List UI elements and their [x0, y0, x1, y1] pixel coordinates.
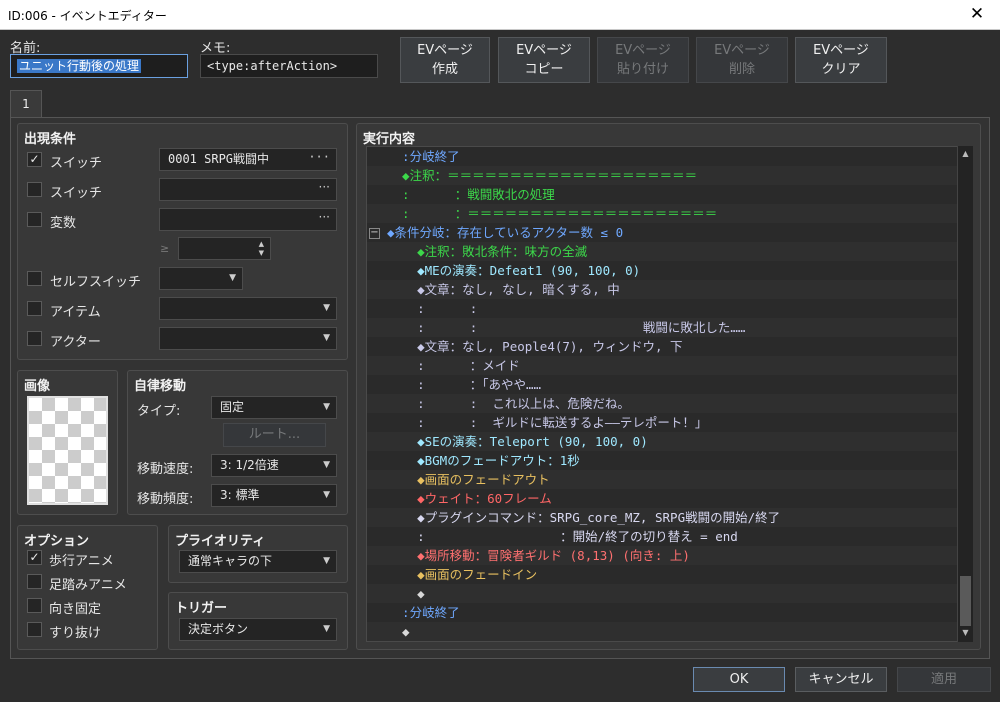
through-label: すり抜け [49, 626, 102, 641]
self-switch-select[interactable]: ▼ [159, 267, 243, 290]
name-input[interactable]: ユニット行動後の処理 [10, 54, 188, 78]
freq-select[interactable]: 3: 標準 ▼ [211, 484, 337, 507]
command-line[interactable]: ◆ [367, 584, 971, 603]
switch1-select[interactable]: 0001 SRPG戦闘中 ··· [159, 148, 337, 171]
collapse-icon[interactable]: − [369, 228, 380, 239]
command-line[interactable]: ◆文章：なし, なし, 暗くする, 中 [367, 280, 971, 299]
scroll-down-icon[interactable]: ▼ [959, 627, 972, 639]
step-anim-label: 足踏みアニメ [49, 578, 127, 593]
item-checkbox[interactable] [27, 301, 42, 316]
actor-checkbox[interactable] [27, 331, 42, 346]
command-line[interactable]: ◆ウェイト：60フレーム [367, 489, 971, 508]
close-icon[interactable]: ✕ [954, 0, 1000, 30]
command-line[interactable]: ◆プラグインコマンド：SRPG_core_MZ, SRPG戦闘の開始/終了 [367, 508, 971, 527]
variable-select[interactable]: ··· [159, 208, 337, 231]
ok-button[interactable]: OK [693, 667, 785, 692]
scroll-up-icon[interactable]: ▲ [959, 148, 972, 160]
chevron-down-icon: ▼ [323, 556, 330, 566]
tab-page-1[interactable]: 1 [10, 90, 42, 118]
window-title: ID:006 - イベントエディター [8, 9, 167, 23]
command-line[interactable]: : ：メイド [367, 356, 971, 375]
command-line[interactable]: : : ギルドに転送するよ——テレポート！」 [367, 413, 971, 432]
trigger-select[interactable]: 決定ボタン ▼ [179, 618, 337, 641]
command-line[interactable]: ◆画面のフェードアウト [367, 470, 971, 489]
apply-button[interactable]: 適用 [897, 667, 991, 692]
speed-select[interactable]: 3: 1/2倍速 ▼ [211, 454, 337, 477]
walk-anim-label: 歩行アニメ [49, 554, 114, 569]
command-line[interactable]: ◆文章：なし, People4(7), ウィンドウ, 下 [367, 337, 971, 356]
step-anim-checkbox[interactable] [27, 574, 42, 589]
chevron-down-icon: ▼ [323, 402, 330, 412]
command-line[interactable]: : ：「あやや…… [367, 375, 971, 394]
conditions-title: 出現条件 [24, 132, 77, 147]
contents-title: 実行内容 [363, 132, 416, 147]
direction-fix-label: 向き固定 [49, 602, 102, 617]
actor-select[interactable]: ▼ [159, 327, 337, 350]
command-line[interactable]: ◆場所移動：冒険者ギルド (8,13) (向き: 上) [367, 546, 971, 565]
command-list-scrollbar[interactable]: ▲ ▼ [957, 146, 973, 642]
actor-label: アクター [50, 335, 101, 350]
freq-label: 移動頻度: [137, 492, 194, 507]
item-select[interactable]: ▼ [159, 297, 337, 320]
variable-label: 変数 [50, 216, 77, 231]
through-checkbox[interactable] [27, 622, 42, 637]
command-line[interactable]: : : [367, 299, 971, 318]
command-line[interactable]: :分岐終了 [367, 147, 971, 166]
ev-page-copy-button[interactable]: EVページ コピー [498, 37, 590, 83]
ev-page-delete-button[interactable]: EVページ 削除 [696, 37, 788, 83]
ev-page-create-button[interactable]: EVページ 作成 [400, 37, 490, 83]
switch2-label: スイッチ [50, 186, 103, 201]
ev-page-paste-button[interactable]: EVページ 貼り付け [597, 37, 689, 83]
ge-symbol: ≥ [160, 242, 170, 255]
self-switch-label: セルフスイッチ [50, 275, 142, 290]
command-line[interactable]: ◆SEの演奏：Teleport (90, 100, 0) [367, 432, 971, 451]
image-title: 画像 [24, 379, 51, 394]
trigger-title: トリガー [175, 601, 228, 616]
switch2-checkbox[interactable] [27, 182, 42, 197]
cancel-button[interactable]: キャンセル [795, 667, 887, 692]
direction-fix-checkbox[interactable] [27, 598, 42, 613]
title-bar: ID:006 - イベントエディター ✕ [0, 0, 1000, 30]
autonomous-title: 自律移動 [134, 379, 187, 394]
options-title: オプション [24, 534, 90, 549]
switch1-checkbox[interactable]: ✓ [27, 152, 42, 167]
speed-label: 移動速度: [137, 462, 194, 477]
command-line[interactable]: :分岐終了 [367, 603, 971, 622]
switch1-label: スイッチ [50, 156, 103, 171]
command-line[interactable]: : ：戦闘敗北の処理 [367, 185, 971, 204]
priority-select[interactable]: 通常キャラの下 ▼ [179, 550, 337, 573]
switch2-select[interactable]: ··· [159, 178, 337, 201]
command-line[interactable]: ◆注釈：＝＝＝＝＝＝＝＝＝＝＝＝＝＝＝＝＝＝＝＝ [367, 166, 971, 185]
command-line[interactable]: ◆条件分岐：存在しているアクター数 ≤ 0 [367, 223, 971, 242]
chevron-down-icon: ▼ [323, 460, 330, 470]
item-label: アイテム [50, 305, 101, 320]
variable-value-stepper[interactable]: ▲ ▼ [178, 237, 271, 260]
ev-page-clear-button[interactable]: EVページ クリア [795, 37, 887, 83]
variable-checkbox[interactable] [27, 212, 42, 227]
command-line[interactable]: : ：＝＝＝＝＝＝＝＝＝＝＝＝＝＝＝＝＝＝＝＝ [367, 204, 971, 223]
command-line[interactable]: ◆BGMのフェードアウト：1秒 [367, 451, 971, 470]
chevron-down-icon: ▼ [229, 273, 236, 283]
command-line[interactable]: ◆MEの演奏：Defeat1 (90, 100, 0) [367, 261, 971, 280]
command-line[interactable]: ◆画面のフェードイン [367, 565, 971, 584]
command-line[interactable]: : : 戦闘に敗北した…… [367, 318, 971, 337]
command-line[interactable]: ◆ [367, 622, 971, 641]
route-button[interactable]: ルート... [223, 423, 326, 447]
type-select[interactable]: 固定 ▼ [211, 396, 337, 419]
command-line[interactable]: ◆注釈：敗北条件：味方の全滅 [367, 242, 971, 261]
command-line[interactable]: : ：開始/終了の切り替え = end [367, 527, 971, 546]
walk-anim-checkbox[interactable]: ✓ [27, 550, 42, 565]
priority-title: プライオリティ [175, 534, 266, 549]
type-label: タイプ: [137, 404, 181, 419]
chevron-down-icon: ▼ [323, 490, 330, 500]
command-line[interactable]: : : これ以上は、危険だね。 [367, 394, 971, 413]
scroll-thumb[interactable] [960, 576, 971, 626]
memo-input[interactable]: <type:afterAction> [200, 54, 378, 78]
chevron-down-icon: ▼ [323, 303, 330, 313]
chevron-down-icon: ▼ [323, 624, 330, 634]
chevron-down-icon: ▼ [323, 333, 330, 343]
command-list[interactable]: :分岐終了 ◆注釈：＝＝＝＝＝＝＝＝＝＝＝＝＝＝＝＝＝＝＝＝ : ：戦闘敗北の処… [366, 146, 972, 642]
self-switch-checkbox[interactable] [27, 271, 42, 286]
character-image[interactable] [27, 396, 108, 505]
